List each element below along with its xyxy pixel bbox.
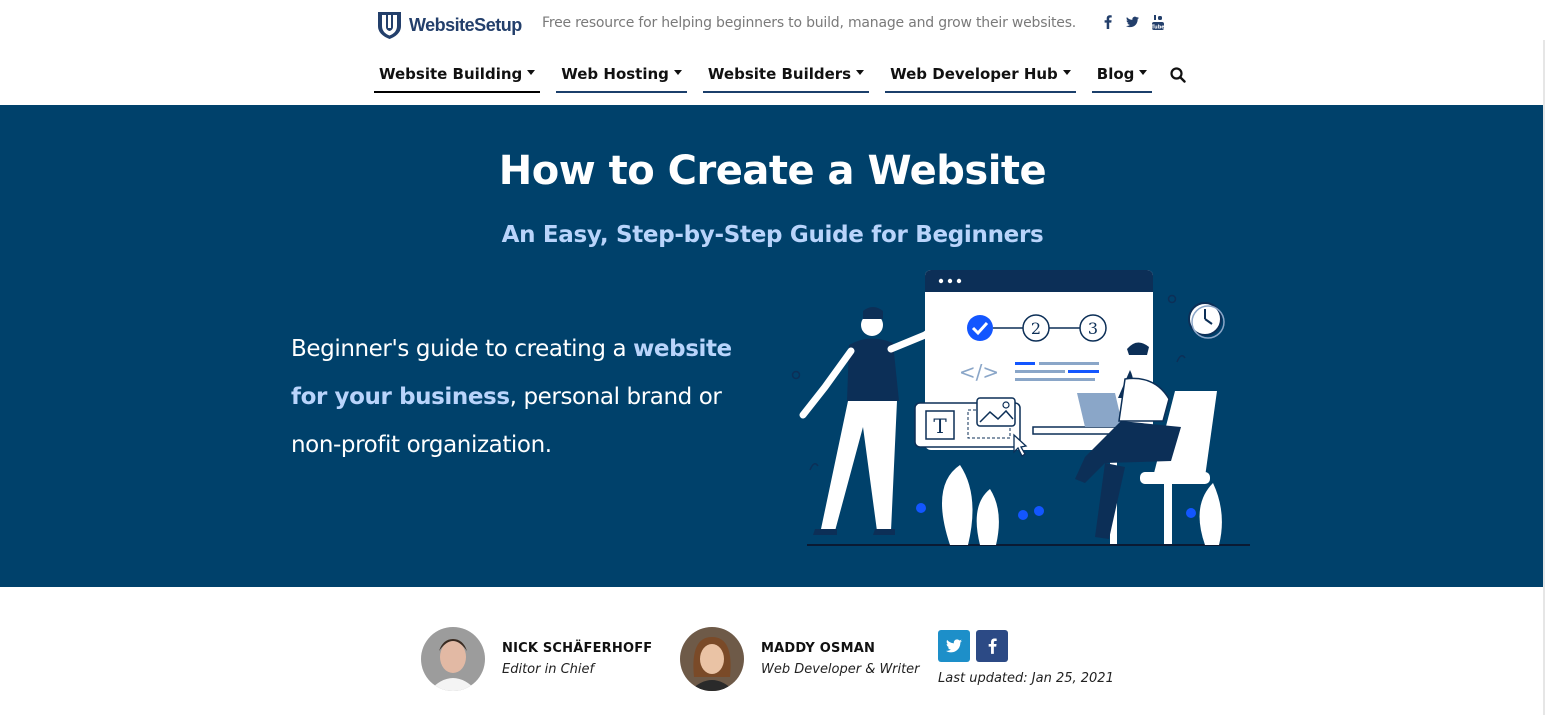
caret-down-icon xyxy=(856,70,865,75)
step-2-label: 2 xyxy=(1031,319,1041,338)
nav-blog[interactable]: Blog xyxy=(1091,56,1153,93)
facebook-share-button[interactable] xyxy=(976,630,1008,662)
author-info: NICK SCHÄFERHOFF Editor in Chief xyxy=(502,641,652,677)
nav-web-developer-hub[interactable]: Web Developer Hub xyxy=(885,56,1076,93)
nav-label: Web Developer Hub xyxy=(890,64,1058,83)
site-tagline: Free resource for helping beginners to b… xyxy=(542,15,1077,31)
caret-down-icon xyxy=(1139,70,1148,75)
page-subtitle: An Easy, Step-by-Step Guide for Beginner… xyxy=(501,222,1044,248)
author-info: MADDY OSMAN Web Developer & Writer xyxy=(761,641,920,677)
text-tool-glyph: T xyxy=(933,414,947,438)
nav-website-builders[interactable]: Website Builders xyxy=(702,56,870,93)
shield-logo-icon xyxy=(378,11,401,39)
twitter-icon[interactable] xyxy=(1126,14,1139,30)
search-button[interactable] xyxy=(1170,56,1187,93)
twitter-share-button[interactable] xyxy=(938,630,970,662)
share-buttons xyxy=(938,630,1008,662)
nav-label: Blog xyxy=(1096,64,1135,83)
author-role: Editor in Chief xyxy=(502,662,595,677)
nav-label: Website Building xyxy=(379,64,523,83)
brand-logo[interactable]: WebsiteSetup xyxy=(376,10,522,40)
author-card-maddy: MADDY OSMAN Web Developer & Writer xyxy=(680,627,920,691)
hero-section: How to Create a Website An Easy, Step-by… xyxy=(0,105,1545,587)
caret-down-icon xyxy=(1062,70,1071,75)
page-title: How to Create a Website xyxy=(498,148,1047,194)
main-nav: Website Building Web Hosting Website Bui… xyxy=(374,56,1187,94)
facebook-icon[interactable] xyxy=(1101,14,1114,30)
brand-name: WebsiteSetup xyxy=(409,14,522,35)
hero-illustration: 2 3 </> T xyxy=(791,270,1250,546)
svg-text:Tube: Tube xyxy=(1152,24,1164,30)
search-icon xyxy=(1170,66,1187,83)
avatar[interactable] xyxy=(680,627,744,691)
caret-down-icon xyxy=(673,70,682,75)
author-name[interactable]: NICK SCHÄFERHOFF xyxy=(502,641,652,656)
nav-web-hosting[interactable]: Web Hosting xyxy=(556,56,687,93)
youtube-icon[interactable]: Tube xyxy=(1151,14,1164,30)
nav-website-building[interactable]: Website Building xyxy=(374,56,541,93)
facebook-icon xyxy=(988,638,997,654)
nav-label: Website Builders xyxy=(707,64,852,83)
nav-label: Web Hosting xyxy=(561,64,669,83)
author-bar: NICK SCHÄFERHOFF Editor in Chief MADDY O… xyxy=(0,587,1545,715)
caret-down-icon xyxy=(527,70,536,75)
hero-text-part1: Beginner's guide to creating a xyxy=(291,336,634,362)
step-3-label: 3 xyxy=(1088,319,1098,338)
site-header: WebsiteSetup Free resource for helping b… xyxy=(0,0,1545,105)
hero-description: Beginner's guide to creating a website f… xyxy=(291,325,761,469)
author-name[interactable]: MADDY OSMAN xyxy=(761,641,920,656)
twitter-icon xyxy=(946,639,962,653)
avatar[interactable] xyxy=(421,627,485,691)
author-role: Web Developer & Writer xyxy=(761,662,920,677)
author-card-nick: NICK SCHÄFERHOFF Editor in Chief xyxy=(421,627,652,691)
last-updated: Last updated: Jan 25, 2021 xyxy=(938,671,1114,686)
code-symbol: </> xyxy=(959,360,999,384)
social-links: Tube xyxy=(1101,14,1164,30)
